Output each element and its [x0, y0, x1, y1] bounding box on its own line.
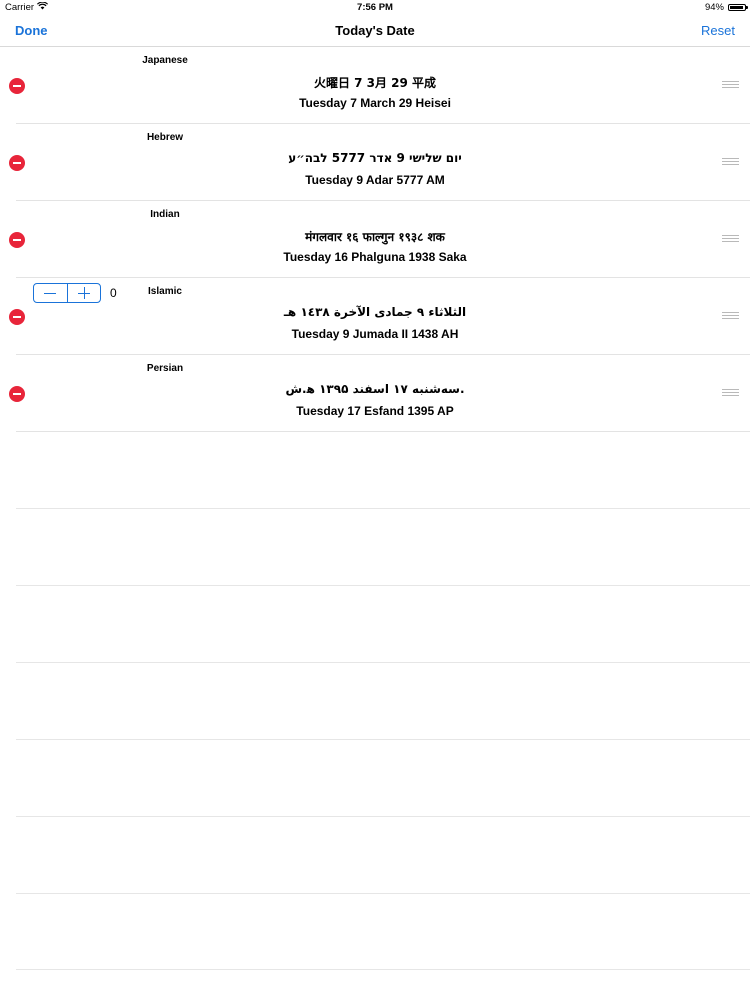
increment-button[interactable] — [68, 284, 101, 302]
delete-button[interactable] — [9, 78, 25, 94]
row-separator — [16, 431, 750, 432]
reorder-handle-icon[interactable] — [722, 81, 739, 89]
calendar-label: Japanese — [142, 55, 188, 66]
reset-button[interactable]: Reset — [701, 23, 735, 38]
minus-icon — [13, 393, 21, 395]
delete-button[interactable] — [9, 309, 25, 325]
day-stepper[interactable] — [33, 283, 101, 303]
calendar-row-islamic[interactable]: 0 Islamic الثلاثاء ٩ جمادى الآخرة ١٤٣٨ ه… — [0, 278, 750, 355]
screen: Carrier 7:56 PM 94% Done Today's Date Re… — [0, 0, 750, 1000]
english-date: Tuesday 16 Phalguna 1938 Saka — [283, 250, 467, 264]
status-time: 7:56 PM — [357, 2, 393, 13]
battery-fill — [730, 6, 744, 9]
minus-icon — [44, 293, 57, 294]
native-date: 火曜日 7 3月 29 平成 — [313, 76, 437, 90]
minus-icon — [13, 239, 21, 241]
empty-row-separator — [16, 893, 750, 894]
calendar-label: Persian — [146, 363, 184, 374]
reorder-handle-icon[interactable] — [722, 235, 739, 243]
english-date: Tuesday 17 Esfand 1395 AP — [296, 404, 454, 418]
empty-row-separator — [16, 585, 750, 586]
delete-button[interactable] — [9, 386, 25, 402]
english-date: Tuesday 7 March 29 Heisei — [299, 96, 451, 110]
decrement-button[interactable] — [34, 284, 68, 302]
delete-button[interactable] — [9, 155, 25, 171]
minus-icon — [13, 162, 21, 164]
english-date: Tuesday 9 Jumada II 1438 AH — [291, 327, 459, 341]
reorder-handle-icon[interactable] — [722, 312, 739, 320]
minus-icon — [13, 316, 21, 318]
native-date: יום שלישי 9 אדר 5777 לבה״ע — [288, 151, 462, 165]
page-title: Today's Date — [335, 23, 415, 38]
battery-icon — [728, 4, 748, 11]
calendar-label: Hebrew — [146, 132, 184, 143]
calendar-label: Islamic — [148, 286, 182, 297]
calendar-row-japanese[interactable]: Japanese 火曜日 7 3月 29 平成 Tuesday 7 March … — [0, 47, 750, 124]
reorder-handle-icon[interactable] — [722, 389, 739, 397]
empty-row-separator — [16, 508, 750, 509]
empty-row-separator — [16, 969, 750, 970]
english-date: Tuesday 9 Adar 5777 AM — [305, 173, 445, 187]
native-date: الثلاثاء ٩ جمادى الآخرة ١٤٣٨ هـ — [283, 305, 467, 319]
native-date: سه‌شنبه ۱۷ اسفند ۱۳۹۵ ه‍.ش. — [285, 382, 465, 396]
minus-icon — [13, 85, 21, 87]
delete-button[interactable] — [9, 232, 25, 248]
calendar-row-indian[interactable]: Indian मंगलवार १६ फाल्गुन १९३८ शक Tuesda… — [0, 201, 750, 278]
battery-percent: 94% — [704, 2, 724, 13]
native-date: मंगलवार १६ फाल्गुन १९३८ शक — [305, 230, 445, 244]
calendar-label: Indian — [150, 209, 180, 220]
empty-row-separator — [16, 662, 750, 663]
calendar-row-hebrew[interactable]: Hebrew יום שלישי 9 אדר 5777 לבה״ע Tuesda… — [0, 124, 750, 201]
status-bar: Carrier 7:56 PM 94% — [0, 0, 750, 14]
nav-bar: Done Today's Date Reset — [0, 14, 750, 47]
reorder-handle-icon[interactable] — [722, 158, 739, 166]
status-right: 94% — [704, 2, 748, 13]
empty-row-separator — [16, 816, 750, 817]
calendar-row-persian[interactable]: Persian سه‌شنبه ۱۷ اسفند ۱۳۹۵ ه‍.ش. Tues… — [0, 355, 750, 432]
empty-row-separator — [16, 739, 750, 740]
